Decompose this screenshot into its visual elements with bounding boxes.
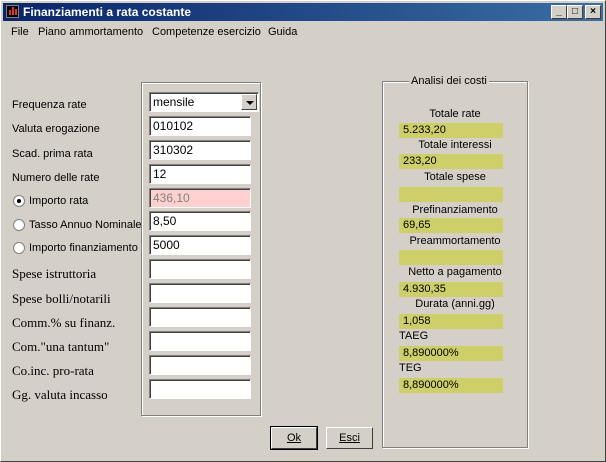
prefin-value: 69,65 — [399, 218, 503, 233]
numero-field[interactable]: 12 — [149, 164, 251, 184]
una-tantum-label: Com."una tantum" — [12, 339, 110, 354]
importo-rata-field: 436,10 — [149, 188, 251, 208]
menu-bar: File Piano ammortamento Competenze eserc… — [3, 23, 603, 41]
totale-rate-label: Totale rate — [429, 108, 481, 120]
valuta-field[interactable]: 010102 — [149, 116, 251, 136]
numero-label: Numero delle rate — [12, 172, 100, 184]
comm-field[interactable] — [149, 307, 251, 327]
menu-piano-ammortamento[interactable]: Piano ammortamento — [38, 26, 143, 38]
title-bar[interactable]: Finanziamenti a rata costante _ □ × — [3, 3, 603, 21]
menu-competenze-esercizio[interactable]: Competenze esercizio — [152, 26, 261, 38]
spese-bolli-field[interactable] — [149, 283, 251, 303]
spese-istruttoria-field[interactable] — [149, 259, 251, 279]
frequenza-label: Frequenza rate — [12, 99, 87, 111]
comm-label: Comm.% su finanz. — [12, 315, 116, 330]
netto-label: Netto a pagamento — [408, 266, 502, 278]
importo-fin-radio[interactable] — [13, 242, 25, 254]
main-window: Finanziamenti a rata costante _ □ × File… — [0, 0, 606, 462]
gg-valuta-label: Gg. valuta incasso — [12, 387, 108, 402]
esci-button[interactable]: Esci — [326, 427, 373, 449]
frequenza-select[interactable]: mensile — [149, 92, 259, 112]
tasso-radio[interactable] — [13, 219, 25, 231]
chevron-down-icon[interactable] — [241, 94, 257, 110]
scad-field[interactable]: 310302 — [149, 140, 251, 160]
preamm-value — [399, 250, 503, 265]
ok-button-label: Ok — [286, 432, 302, 444]
app-icon[interactable] — [6, 5, 19, 18]
importo-fin-label[interactable]: Importo finanziamento — [29, 242, 138, 254]
minimize-icon[interactable]: _ — [551, 5, 567, 19]
totale-interessi-label: Totale interessi — [418, 139, 492, 151]
coinc-label: Co.inc. pro-rata — [12, 363, 94, 378]
taeg-value: 8,890000% — [399, 346, 503, 361]
preamm-label: Preammortamento — [409, 235, 501, 247]
menu-guida[interactable]: Guida — [268, 26, 297, 38]
coinc-field[interactable] — [149, 355, 251, 375]
tasso-field[interactable]: 8,50 — [149, 211, 251, 231]
window-title: Finanziamenti a rata costante — [23, 5, 192, 19]
menu-file[interactable]: File — [11, 26, 29, 38]
teg-value: 8,890000% — [399, 378, 503, 393]
totale-interessi-value: 233,20 — [399, 154, 503, 169]
durata-value: 1,058 — [399, 314, 503, 329]
totale-spese-value — [399, 187, 503, 202]
costs-group-title: Analisi dei costi — [409, 75, 489, 87]
gg-valuta-field[interactable] — [149, 379, 251, 399]
maximize-icon[interactable]: □ — [567, 5, 583, 19]
spese-bolli-label: Spese bolli/notarili — [12, 291, 111, 306]
scad-label: Scad. prima rata — [12, 148, 93, 160]
esci-button-label: Esci — [339, 432, 360, 444]
totale-rate-value: 5.233,20 — [399, 123, 503, 138]
importo-rata-radio[interactable] — [13, 195, 25, 207]
una-tantum-field[interactable] — [149, 331, 251, 351]
importo-fin-field[interactable]: 5000 — [149, 235, 251, 255]
close-icon[interactable]: × — [585, 5, 601, 19]
spese-istruttoria-label: Spese istruttoria — [12, 266, 97, 281]
teg-label: TEG — [399, 362, 422, 374]
frequenza-value: mensile — [153, 95, 195, 109]
prefin-label: Prefinanziamento — [412, 204, 498, 216]
totale-spese-label: Totale spese — [424, 171, 486, 183]
ok-button[interactable]: Ok — [270, 426, 318, 450]
tasso-label[interactable]: Tasso Annuo Nominale — [29, 219, 142, 231]
netto-value: 4.930,35 — [399, 282, 503, 297]
taeg-label: TAEG — [399, 330, 429, 342]
valuta-label: Valuta erogazione — [12, 123, 100, 135]
durata-label: Durata (anni.gg) — [415, 298, 495, 310]
importo-rata-label[interactable]: Importo rata — [29, 195, 88, 207]
